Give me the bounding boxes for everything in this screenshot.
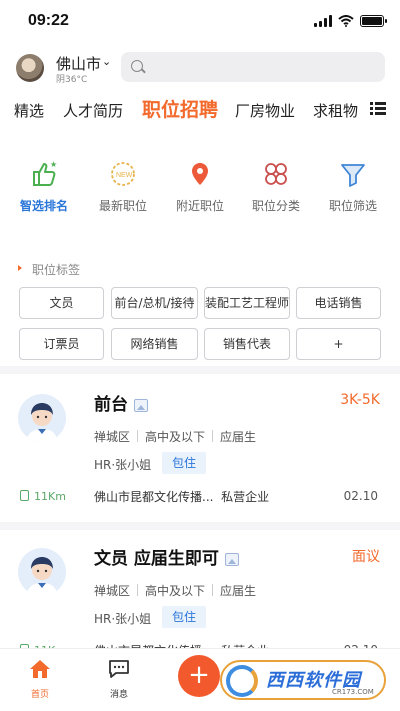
category-nearby-jobs[interactable]: 附近职位: [160, 160, 240, 214]
category-row: ★ 智选排名 NEW 最新职位 附近职位 职位分类 职位筛选: [0, 160, 400, 220]
category-label: 职位分类: [251, 199, 300, 213]
category-label: 最新职位: [98, 199, 147, 213]
battery-icon: [360, 15, 387, 27]
thumbs-up-icon: ★: [30, 160, 58, 188]
tab-job-recruitment[interactable]: 职位招聘: [142, 95, 218, 122]
job-requirements: 禅城区 高中及以下 应届生: [94, 428, 256, 445]
job-title-text: 文员 应届生即可: [94, 549, 219, 569]
tab-home[interactable]: 首页: [20, 659, 60, 700]
menu-icon[interactable]: [370, 102, 386, 116]
benefit-badge: 包住: [162, 606, 207, 628]
job-requirements: 禅城区 高中及以下 应届生: [94, 582, 256, 599]
category-smart-ranking[interactable]: ★ 智选排名: [4, 160, 84, 214]
job-district: 禅城区: [94, 430, 131, 444]
search-bar[interactable]: [121, 52, 385, 82]
tab-factory-property[interactable]: 厂房物业: [235, 100, 295, 121]
job-education: 高中及以下: [145, 584, 206, 598]
tag-item[interactable]: 网络销售: [111, 328, 198, 360]
top-nav: 精选 人才简历 职位招聘 厂房物业 求租物: [0, 92, 400, 128]
status-bar: 09:22: [0, 0, 400, 44]
job-company: 佛山市昆都文化传播... 私营企业: [94, 488, 269, 505]
job-hr-contact: HR·张小姐: [94, 612, 152, 626]
add-post-button[interactable]: +: [178, 655, 220, 697]
tag-item[interactable]: 订票员: [19, 328, 104, 360]
job-district: 禅城区: [94, 584, 131, 598]
image-icon: [134, 398, 148, 412]
tab-messages[interactable]: 消息: [99, 659, 139, 700]
tag-item[interactable]: 电话销售: [296, 287, 381, 319]
job-card[interactable]: 前台 3K-5K 禅城区 高中及以下 应届生 HR·张小姐 包住 11Km 佛山市昆…: [0, 374, 400, 524]
message-icon: [109, 660, 129, 678]
new-badge-icon: NEW: [109, 160, 137, 188]
job-title: 文员 应届生即可: [94, 544, 239, 569]
tab-rentals[interactable]: 求租物: [313, 100, 358, 121]
category-label: 附近职位: [175, 199, 224, 213]
job-experience: 应届生: [220, 430, 257, 444]
job-salary: 3K-5K: [340, 392, 380, 408]
status-icons: [314, 15, 387, 27]
filter-icon: [339, 160, 367, 188]
tag-item[interactable]: 文员: [19, 287, 104, 319]
tab-featured[interactable]: 精选: [14, 100, 44, 121]
recruiter-avatar: [18, 394, 66, 442]
weather-text: 阴36°C: [56, 75, 88, 85]
job-title-text: 前台: [94, 395, 128, 415]
tab-resumes[interactable]: 人才简历: [63, 100, 123, 121]
category-job-classification[interactable]: 职位分类: [236, 160, 316, 214]
chevron-down-icon[interactable]: ⌄: [102, 55, 111, 68]
category-latest-jobs[interactable]: NEW 最新职位: [83, 160, 163, 214]
watermark: 西西软件园 CR173.COM: [220, 660, 386, 700]
recruiter-avatar: [18, 548, 66, 596]
image-icon: [224, 552, 239, 566]
clover-icon: [262, 160, 290, 188]
search-icon: [131, 60, 143, 72]
company-name: 佛山市昆都文化传播...: [94, 490, 214, 504]
building-icon: [20, 490, 29, 501]
tab-home-label: 首页: [30, 690, 49, 700]
job-tags-title: 职位标签: [18, 261, 80, 278]
job-hr-contact: HR·张小姐: [94, 458, 152, 472]
benefit-badge: 包住: [162, 452, 207, 474]
status-time: 09:22: [28, 12, 69, 29]
tag-item[interactable]: 前台/总机/接待: [111, 287, 198, 319]
location-search-row: 佛山市 ⌄ 阴36°C: [16, 52, 386, 86]
job-experience: 应届生: [220, 584, 257, 598]
job-education: 高中及以下: [145, 430, 206, 444]
job-title: 前台: [94, 390, 148, 415]
job-salary: 面议: [352, 549, 380, 565]
location-pin-icon: [186, 160, 214, 188]
user-avatar[interactable]: [16, 54, 44, 82]
tag-item[interactable]: 装配工艺工程师: [204, 287, 290, 319]
tab-messages-label: 消息: [109, 690, 128, 700]
job-tags-title-text: 职位标签: [32, 263, 81, 277]
watermark-logo-icon: [226, 665, 258, 697]
cellular-signal-icon: [314, 15, 332, 27]
job-date: 02.10: [343, 489, 378, 503]
job-distance: 11Km: [20, 490, 66, 503]
search-input[interactable]: [149, 52, 379, 82]
svg-text:★: ★: [50, 160, 57, 169]
home-icon: [30, 660, 50, 678]
watermark-subtext: CR173.COM: [332, 688, 374, 696]
job-distance-text: 11Km: [34, 490, 66, 503]
category-label: 智选排名: [19, 199, 68, 213]
category-job-filter[interactable]: 职位筛选: [313, 160, 393, 214]
tag-item[interactable]: 销售代表: [204, 328, 290, 360]
section-divider: [0, 366, 400, 374]
svg-text:NEW: NEW: [116, 172, 133, 179]
wifi-icon: [338, 15, 354, 27]
category-label: 职位筛选: [328, 199, 377, 213]
add-tag-button[interactable]: +: [296, 328, 381, 360]
city-selector[interactable]: 佛山市: [56, 53, 101, 74]
company-type: 私营企业: [221, 490, 270, 504]
